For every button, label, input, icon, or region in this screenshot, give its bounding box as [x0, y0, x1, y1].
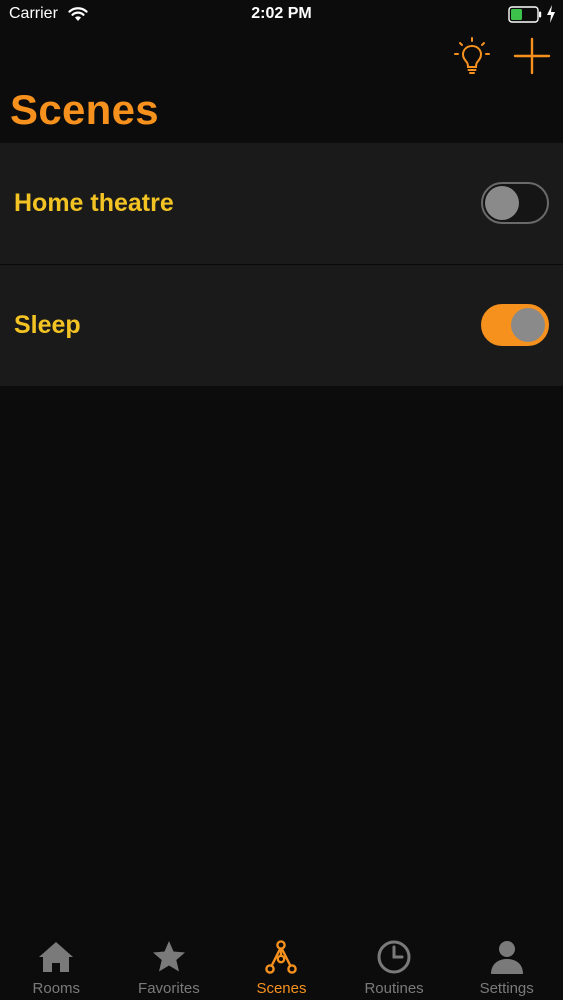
tab-label: Routines	[364, 980, 424, 997]
tab-routines[interactable]: Routines	[338, 932, 451, 1000]
star-icon	[152, 941, 185, 972]
tab-scenes[interactable]: Scenes	[225, 932, 338, 1000]
scene-label: Sleep	[14, 311, 81, 339]
page-title: Scenes	[10, 86, 159, 133]
scene-list: Home theatre Sleep	[0, 143, 563, 387]
tab-favorites[interactable]: Favorites	[113, 932, 226, 1000]
tab-label: Rooms	[32, 980, 81, 997]
toggle-knob	[511, 308, 545, 342]
tab-label: Favorites	[138, 980, 200, 997]
scene-toggle-home-theatre[interactable]	[481, 182, 549, 224]
tab-label: Scenes	[256, 980, 307, 997]
clock-icon	[377, 940, 411, 974]
scenes-network-icon	[265, 940, 298, 974]
person-icon	[490, 941, 523, 974]
nav-actions	[0, 34, 563, 78]
tab-label: Settings	[479, 980, 534, 997]
house-icon	[39, 942, 74, 972]
status-time: 2:02 PM	[251, 5, 312, 22]
scene-toggle-sleep[interactable]	[481, 304, 549, 346]
lightbulb-icon[interactable]	[452, 36, 492, 76]
status-bar: Carrier 2:02 PM	[0, 0, 563, 30]
scene-row-sleep[interactable]: Sleep	[0, 265, 563, 387]
tab-settings[interactable]: Settings	[450, 932, 563, 1000]
tab-rooms[interactable]: Rooms	[0, 932, 113, 1000]
tab-bar: Rooms Favorites Scenes Routines Settings	[0, 932, 563, 1000]
toggle-knob	[485, 186, 519, 220]
scene-row-home-theatre[interactable]: Home theatre	[0, 143, 563, 265]
scene-label: Home theatre	[14, 189, 174, 217]
charging-bolt-icon	[547, 5, 555, 23]
plus-icon[interactable]	[512, 36, 552, 76]
battery-icon	[508, 6, 542, 23]
